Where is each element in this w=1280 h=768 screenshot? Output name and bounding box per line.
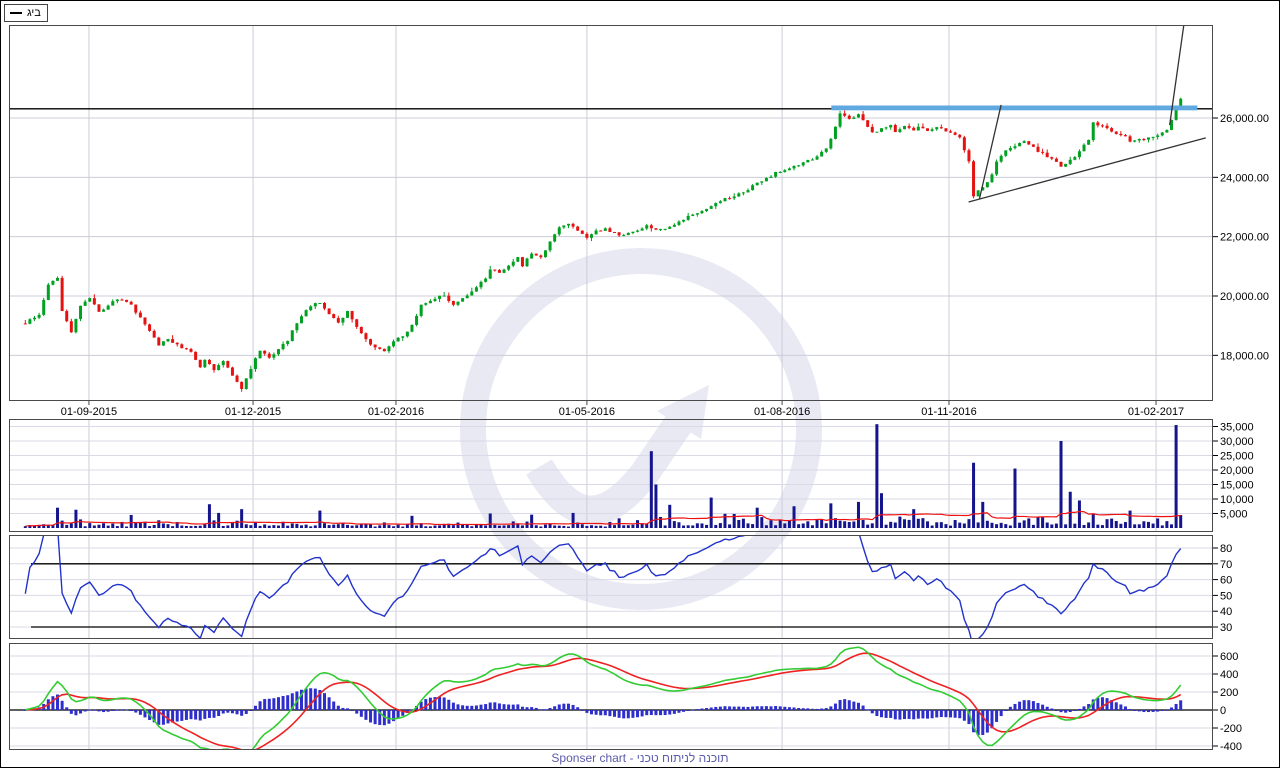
legend-symbol-label: ביג xyxy=(27,7,41,19)
y-axis-tick-label: 22,000.00 xyxy=(1220,232,1269,244)
y-axis-tick-label: 40 xyxy=(1220,606,1232,618)
blue-resistance-band xyxy=(831,105,1198,111)
y-axis-tick-label: 60 xyxy=(1220,575,1232,587)
x-axis-tick-label: 01-09-2015 xyxy=(61,406,117,418)
macd-panel-border xyxy=(9,643,1213,750)
y-axis-tick-label: 5,000 xyxy=(1220,509,1248,521)
candlestick-series xyxy=(23,97,1183,392)
y-axis-tick-label: 24,000.00 xyxy=(1220,172,1269,184)
y-axis-tick-label: 15,000 xyxy=(1220,480,1254,492)
x-axis-tick-label: 01-08-2016 xyxy=(754,406,810,418)
trendline xyxy=(968,137,1206,203)
x-axis-tick-label: 01-05-2016 xyxy=(559,406,615,418)
macd-panel-content xyxy=(10,646,1212,749)
y-axis-tick-label: 0 xyxy=(1220,705,1226,717)
main-panel-border xyxy=(9,25,1213,401)
y-axis-tick-label: 35,000 xyxy=(1220,422,1254,434)
gridlines xyxy=(10,26,1218,749)
legend: ביג xyxy=(4,4,48,22)
y-axis-tick-label: 200 xyxy=(1220,687,1238,699)
legend-line-icon xyxy=(10,12,22,14)
y-axis-tick-label: 20,000 xyxy=(1220,465,1254,477)
y-axis-tick-label: 30 xyxy=(1220,622,1232,634)
x-axis-tick-label: 01-11-2016 xyxy=(921,406,976,418)
y-axis-tick-label: 30,000 xyxy=(1220,436,1254,448)
y-axis-tick-label: 70 xyxy=(1220,559,1232,571)
charts-canvas: 01-09-2015 01-12-2015 01-02-2016 01-05-2016… xyxy=(9,25,1269,753)
y-axis-tick-label: -200 xyxy=(1220,723,1242,735)
x-axis-tick-label: 01-12-2015 xyxy=(225,406,281,418)
x-axis-tick-label: 01-02-2016 xyxy=(368,406,424,418)
y-axis-tick-label: 20,000.00 xyxy=(1220,291,1269,303)
y-axis-tick-label: 26,000.00 xyxy=(1220,113,1269,125)
x-axis-tick-label: 01-02-2017 xyxy=(1128,406,1184,418)
y-axis-tick-label: 80 xyxy=(1220,543,1232,555)
y-axis-tick-label: 25,000 xyxy=(1220,451,1254,463)
trendline xyxy=(978,104,1002,200)
footer-credit: Sponser chart - תוכנה לניתוח טכני xyxy=(551,751,729,765)
price-panel-content xyxy=(10,26,1212,392)
y-axis-tick-label: 10,000 xyxy=(1220,494,1254,506)
y-axis-tick-label: 400 xyxy=(1220,669,1238,681)
y-axis-tick-label: 18,000.00 xyxy=(1220,350,1269,362)
technical-analysis-chart-window: 01-09-2015 01-12-2015 01-02-2016 01-05-2016… xyxy=(0,0,1280,768)
y-axis-tick-label: 600 xyxy=(1220,651,1238,663)
y-axis-tick-label: 50 xyxy=(1220,590,1232,602)
watermark-logo xyxy=(460,248,822,610)
